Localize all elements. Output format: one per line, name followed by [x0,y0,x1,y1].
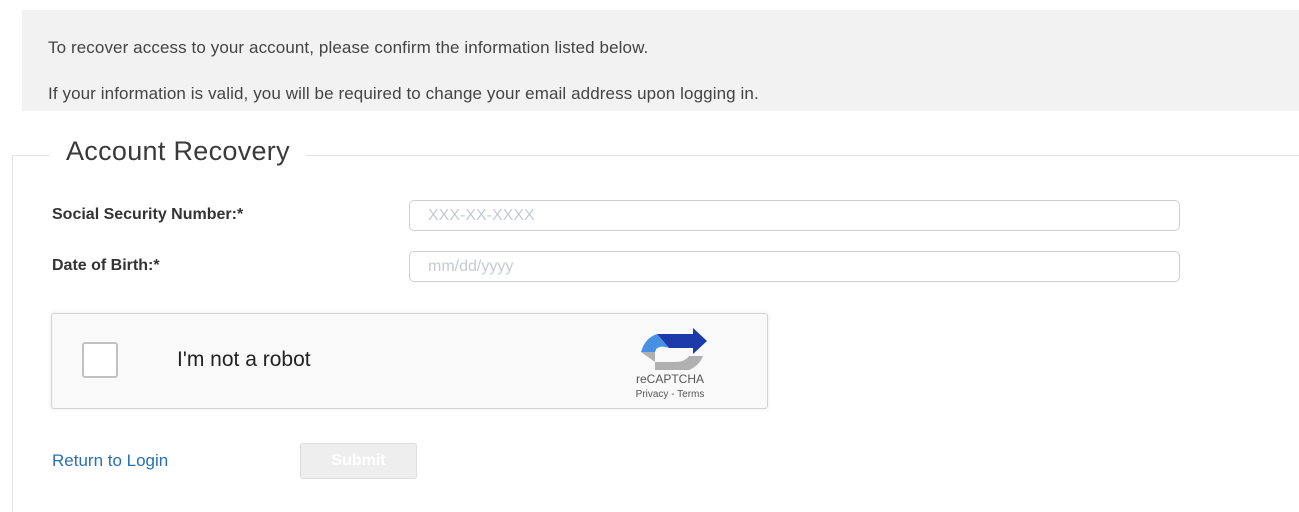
recaptcha-widget: I'm not a robot reCAPTCHA Privacy - Term… [51,313,768,409]
recaptcha-privacy-link[interactable]: Privacy [636,389,669,400]
recaptcha-links: Privacy - Terms [600,389,740,400]
recaptcha-checkbox[interactable] [82,342,118,378]
return-to-login-link[interactable]: Return to Login [52,451,168,471]
account-recovery-page: To recover access to your account, pleas… [0,0,1299,512]
info-banner: To recover access to your account, pleas… [22,10,1299,111]
info-text-line-1: To recover access to your account, pleas… [48,38,649,57]
ssn-label: Social Security Number:* [52,206,244,223]
recaptcha-brand-text: reCAPTCHA [635,372,704,386]
info-text-line-2: If your information is valid, you will b… [48,84,759,103]
recaptcha-logo-icon [641,328,707,370]
recaptcha-link-separator: - [668,389,678,400]
date-of-birth-label: Date of Birth:* [52,257,160,274]
date-of-birth-input[interactable] [409,251,1180,282]
form-legend: Account Recovery [50,136,306,167]
recaptcha-label: I'm not a robot [177,348,311,371]
recaptcha-terms-link[interactable]: Terms [677,389,704,400]
ssn-input[interactable] [409,200,1180,231]
submit-button[interactable]: Submit [300,443,417,479]
